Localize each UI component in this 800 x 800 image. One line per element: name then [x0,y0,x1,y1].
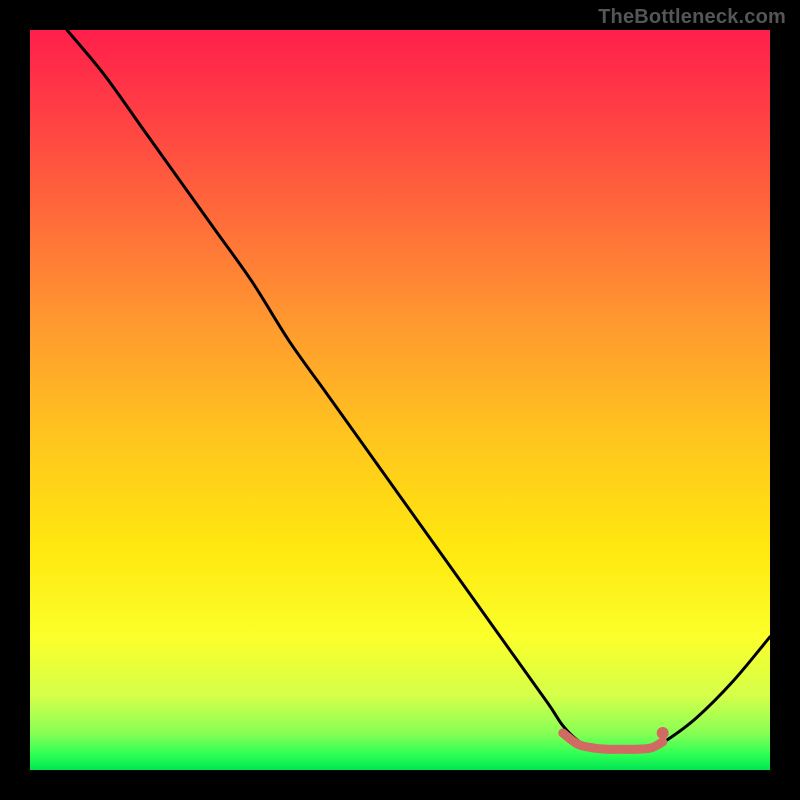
highlight-band [563,733,663,749]
chart-frame: TheBottleneck.com [0,0,800,800]
highlight-dot [657,727,669,739]
chart-svg [30,30,770,770]
watermark-text: TheBottleneck.com [598,6,786,29]
bottleneck-curve [67,30,770,752]
plot-area [30,30,770,770]
